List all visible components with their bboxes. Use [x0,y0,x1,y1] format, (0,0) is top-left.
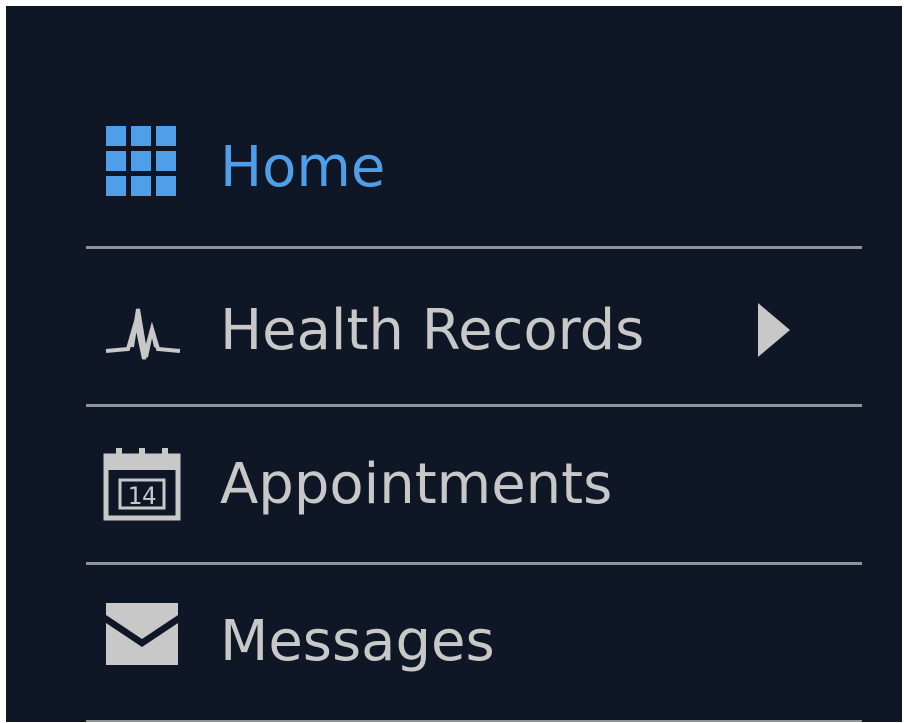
sidebar-item-messages[interactable]: Messages [86,565,862,722]
heartbeat-icon [105,308,181,360]
sidebar-item-label: Appointments [220,452,613,517]
chevron-right-icon[interactable] [754,301,794,359]
sidebar-item-label: Messages [220,609,495,674]
calendar-icon: 14 [103,448,181,521]
sidebar-item-label: Home [220,135,386,200]
sidebar-item-appointments[interactable]: 14 Appointments [86,407,862,565]
sidebar-item-health-records[interactable]: Health Records [86,249,862,407]
envelope-icon [106,603,178,665]
sidebar-nav: Home Health Records 14 Appointments Mess… [86,90,862,722]
sidebar-nav-panel: Home Health Records 14 Appointments Mess… [6,6,902,722]
calendar-date-text: 14 [128,482,157,510]
grid-icon [106,126,176,196]
sidebar-item-home[interactable]: Home [86,90,862,249]
sidebar-item-label: Health Records [220,298,645,363]
